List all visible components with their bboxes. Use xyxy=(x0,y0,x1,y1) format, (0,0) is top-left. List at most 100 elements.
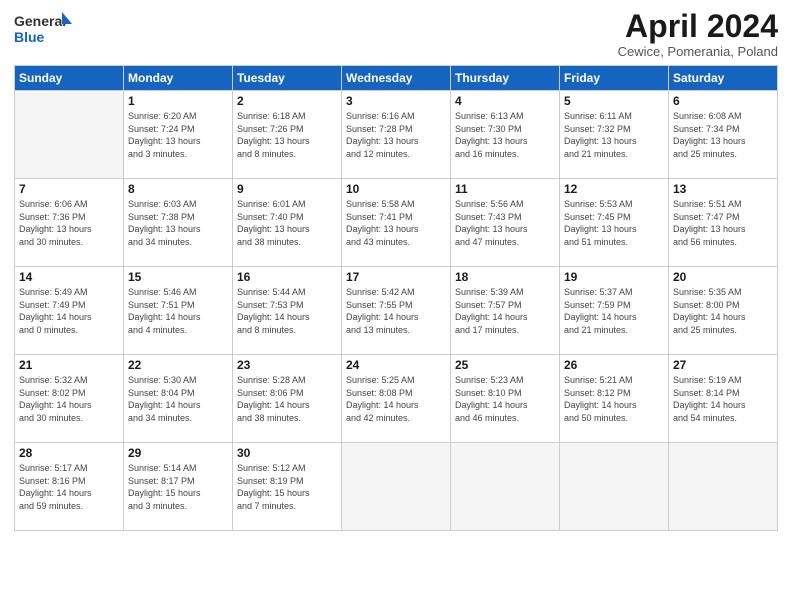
calendar-cell: 19Sunrise: 5:37 AM Sunset: 7:59 PM Dayli… xyxy=(560,267,669,355)
day-detail: Sunrise: 5:39 AM Sunset: 7:57 PM Dayligh… xyxy=(455,286,555,336)
col-header-friday: Friday xyxy=(560,66,669,91)
svg-text:General: General xyxy=(14,13,66,29)
calendar-cell xyxy=(451,443,560,531)
svg-text:Blue: Blue xyxy=(14,29,45,45)
day-detail: Sunrise: 5:30 AM Sunset: 8:04 PM Dayligh… xyxy=(128,374,228,424)
calendar-cell xyxy=(342,443,451,531)
logo-svg: GeneralBlue xyxy=(14,10,74,46)
calendar-cell: 30 Sunrise: 5:12 AM Sunset: 8:19 PM Dayli… xyxy=(233,443,342,531)
calendar-cell: 29 Sunrise: 5:14 AM Sunset: 8:17 PM Dayli… xyxy=(124,443,233,531)
day-number: 30 xyxy=(237,446,337,460)
week-row-4: 28Sunrise: 5:17 AM Sunset: 8:16 PM Dayli… xyxy=(15,443,778,531)
day-detail: Sunrise: 5:12 AM Sunset: 8:19 PM Dayligh… xyxy=(237,462,337,512)
day-detail: Sunrise: 5:19 AM Sunset: 8:14 PM Dayligh… xyxy=(673,374,773,424)
col-header-monday: Monday xyxy=(124,66,233,91)
day-detail: Sunrise: 6:16 AM Sunset: 7:28 PM Dayligh… xyxy=(346,110,446,160)
day-number: 14 xyxy=(19,270,119,284)
day-number: 23 xyxy=(237,358,337,372)
day-detail: Sunrise: 5:51 AM Sunset: 7:47 PM Dayligh… xyxy=(673,198,773,248)
day-detail: Sunrise: 5:25 AM Sunset: 8:08 PM Dayligh… xyxy=(346,374,446,424)
day-detail: Sunrise: 5:42 AM Sunset: 7:55 PM Dayligh… xyxy=(346,286,446,336)
col-header-wednesday: Wednesday xyxy=(342,66,451,91)
month-title: April 2024 xyxy=(618,10,778,42)
day-number: 13 xyxy=(673,182,773,196)
col-header-tuesday: Tuesday xyxy=(233,66,342,91)
day-detail: Sunrise: 6:06 AM Sunset: 7:36 PM Dayligh… xyxy=(19,198,119,248)
calendar-cell: 14 Sunrise: 5:49 AM Sunset: 7:49 PM Dayli… xyxy=(15,267,124,355)
day-number: 22 xyxy=(128,358,228,372)
calendar-cell: 16 Sunrise: 5:44 AM Sunset: 7:53 PM Dayli… xyxy=(233,267,342,355)
calendar-cell: 21 Sunrise: 5:32 AM Sunset: 8:02 PM Dayli… xyxy=(15,355,124,443)
day-number: 18 xyxy=(455,270,555,284)
location-subtitle: Cewice, Pomerania, Poland xyxy=(618,44,778,59)
day-detail: Sunrise: 6:08 AM Sunset: 7:34 PM Dayligh… xyxy=(673,110,773,160)
calendar-cell: 4Sunrise: 6:13 AM Sunset: 7:30 PM Daylig… xyxy=(451,91,560,179)
day-detail: Sunrise: 6:01 AM Sunset: 7:40 PM Dayligh… xyxy=(237,198,337,248)
calendar-cell: 5 Sunrise: 6:11 AM Sunset: 7:32 PM Daylig… xyxy=(560,91,669,179)
header-row: SundayMondayTuesdayWednesdayThursdayFrid… xyxy=(15,66,778,91)
calendar-cell: 24Sunrise: 5:25 AM Sunset: 8:08 PM Dayli… xyxy=(342,355,451,443)
day-number: 11 xyxy=(455,182,555,196)
col-header-sunday: Sunday xyxy=(15,66,124,91)
day-detail: Sunrise: 5:56 AM Sunset: 7:43 PM Dayligh… xyxy=(455,198,555,248)
calendar-cell xyxy=(560,443,669,531)
day-detail: Sunrise: 5:21 AM Sunset: 8:12 PM Dayligh… xyxy=(564,374,664,424)
day-number: 12 xyxy=(564,182,664,196)
day-detail: Sunrise: 5:49 AM Sunset: 7:49 PM Dayligh… xyxy=(19,286,119,336)
calendar-cell: 11 Sunrise: 5:56 AM Sunset: 7:43 PM Dayli… xyxy=(451,179,560,267)
col-header-thursday: Thursday xyxy=(451,66,560,91)
day-number: 5 xyxy=(564,94,664,108)
day-number: 2 xyxy=(237,94,337,108)
day-detail: Sunrise: 5:53 AM Sunset: 7:45 PM Dayligh… xyxy=(564,198,664,248)
calendar-cell: 10 Sunrise: 5:58 AM Sunset: 7:41 PM Dayli… xyxy=(342,179,451,267)
logo: GeneralBlue xyxy=(14,10,74,46)
day-number: 25 xyxy=(455,358,555,372)
calendar-cell: 25 Sunrise: 5:23 AM Sunset: 8:10 PM Dayli… xyxy=(451,355,560,443)
day-detail: Sunrise: 5:14 AM Sunset: 8:17 PM Dayligh… xyxy=(128,462,228,512)
week-row-1: 7Sunrise: 6:06 AM Sunset: 7:36 PM Daylig… xyxy=(15,179,778,267)
calendar-cell: 20 Sunrise: 5:35 AM Sunset: 8:00 PM Dayli… xyxy=(669,267,778,355)
day-number: 6 xyxy=(673,94,773,108)
day-detail: Sunrise: 5:46 AM Sunset: 7:51 PM Dayligh… xyxy=(128,286,228,336)
day-number: 3 xyxy=(346,94,446,108)
day-number: 10 xyxy=(346,182,446,196)
week-row-0: 1 Sunrise: 6:20 AM Sunset: 7:24 PM Daylig… xyxy=(15,91,778,179)
day-detail: Sunrise: 5:58 AM Sunset: 7:41 PM Dayligh… xyxy=(346,198,446,248)
day-detail: Sunrise: 5:37 AM Sunset: 7:59 PM Dayligh… xyxy=(564,286,664,336)
calendar-cell: 8 Sunrise: 6:03 AM Sunset: 7:38 PM Daylig… xyxy=(124,179,233,267)
day-number: 21 xyxy=(19,358,119,372)
day-number: 4 xyxy=(455,94,555,108)
day-detail: Sunrise: 6:20 AM Sunset: 7:24 PM Dayligh… xyxy=(128,110,228,160)
calendar-cell: 28Sunrise: 5:17 AM Sunset: 8:16 PM Dayli… xyxy=(15,443,124,531)
week-row-3: 21 Sunrise: 5:32 AM Sunset: 8:02 PM Dayli… xyxy=(15,355,778,443)
calendar-cell: 27 Sunrise: 5:19 AM Sunset: 8:14 PM Dayli… xyxy=(669,355,778,443)
calendar-table: SundayMondayTuesdayWednesdayThursdayFrid… xyxy=(14,65,778,531)
day-detail: Sunrise: 6:03 AM Sunset: 7:38 PM Dayligh… xyxy=(128,198,228,248)
calendar-cell: 9 Sunrise: 6:01 AM Sunset: 7:40 PM Daylig… xyxy=(233,179,342,267)
header: GeneralBlue April 2024 Cewice, Pomerania… xyxy=(14,10,778,59)
day-number: 17 xyxy=(346,270,446,284)
day-detail: Sunrise: 5:32 AM Sunset: 8:02 PM Dayligh… xyxy=(19,374,119,424)
day-number: 16 xyxy=(237,270,337,284)
day-number: 1 xyxy=(128,94,228,108)
day-detail: Sunrise: 5:35 AM Sunset: 8:00 PM Dayligh… xyxy=(673,286,773,336)
day-detail: Sunrise: 5:44 AM Sunset: 7:53 PM Dayligh… xyxy=(237,286,337,336)
calendar-cell: 7Sunrise: 6:06 AM Sunset: 7:36 PM Daylig… xyxy=(15,179,124,267)
calendar-cell: 13 Sunrise: 5:51 AM Sunset: 7:47 PM Dayli… xyxy=(669,179,778,267)
title-block: April 2024 Cewice, Pomerania, Poland xyxy=(618,10,778,59)
day-number: 28 xyxy=(19,446,119,460)
calendar-cell: 12 Sunrise: 5:53 AM Sunset: 7:45 PM Dayli… xyxy=(560,179,669,267)
day-number: 26 xyxy=(564,358,664,372)
calendar-cell: 1 Sunrise: 6:20 AM Sunset: 7:24 PM Daylig… xyxy=(124,91,233,179)
day-number: 15 xyxy=(128,270,228,284)
day-number: 20 xyxy=(673,270,773,284)
day-number: 27 xyxy=(673,358,773,372)
day-detail: Sunrise: 5:23 AM Sunset: 8:10 PM Dayligh… xyxy=(455,374,555,424)
day-number: 29 xyxy=(128,446,228,460)
calendar-cell: 3 Sunrise: 6:16 AM Sunset: 7:28 PM Daylig… xyxy=(342,91,451,179)
calendar-cell: 26 Sunrise: 5:21 AM Sunset: 8:12 PM Dayli… xyxy=(560,355,669,443)
day-number: 8 xyxy=(128,182,228,196)
day-detail: Sunrise: 6:11 AM Sunset: 7:32 PM Dayligh… xyxy=(564,110,664,160)
calendar-cell: 17 Sunrise: 5:42 AM Sunset: 7:55 PM Dayli… xyxy=(342,267,451,355)
day-number: 9 xyxy=(237,182,337,196)
